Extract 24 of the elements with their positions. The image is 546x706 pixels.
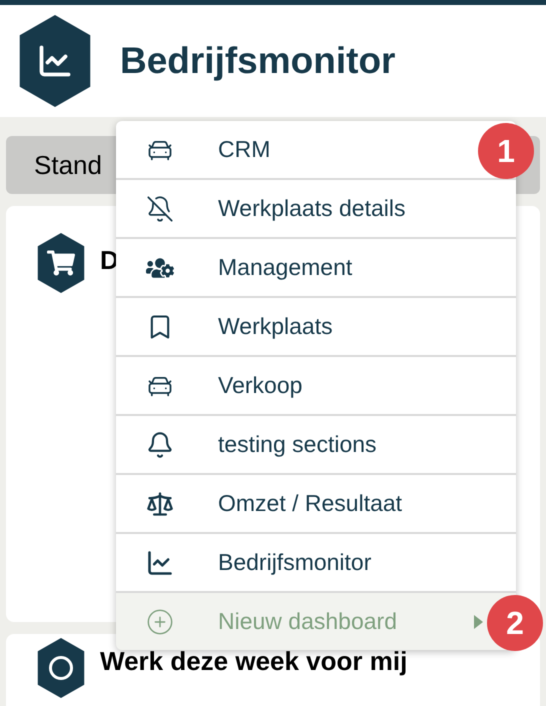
menu-item-label: testing sections bbox=[218, 430, 377, 460]
menu-item[interactable]: Werkplaats details bbox=[116, 180, 516, 237]
menu-item-label: Nieuw dashboard bbox=[218, 607, 398, 636]
menu-item[interactable]: Werkplaats bbox=[116, 298, 516, 355]
menu-item-label: Werkplaats bbox=[218, 312, 333, 342]
menu-item-label: Werkplaats details bbox=[218, 194, 406, 224]
caret-icon bbox=[474, 615, 483, 629]
bell-icon bbox=[146, 430, 174, 458]
menu-item[interactable]: Management bbox=[116, 239, 516, 296]
menu-item-label: Verkoop bbox=[218, 371, 302, 400]
scale-icon bbox=[146, 490, 174, 518]
menu-item[interactable]: testing sections bbox=[116, 416, 516, 473]
menu-item[interactable]: Omzet / Resultaat bbox=[116, 475, 516, 532]
line-chart-icon bbox=[146, 548, 174, 576]
tab-label[interactable]: Stand bbox=[34, 146, 102, 184]
menu-item-label: Bedrijfsmonitor bbox=[218, 548, 372, 578]
page-title: Bedrijfsmonitor bbox=[120, 39, 396, 84]
menu-item-label: Omzet / Resultaat bbox=[218, 489, 402, 518]
menu-item-label: CRM bbox=[218, 135, 270, 164]
menu-item-label: Management bbox=[218, 253, 352, 282]
add-icon bbox=[146, 608, 174, 636]
menu-item[interactable]: Bedrijfsmonitor bbox=[116, 534, 516, 591]
bell-off-icon bbox=[146, 194, 174, 222]
menu-item[interactable]: Verkoop bbox=[116, 357, 516, 414]
